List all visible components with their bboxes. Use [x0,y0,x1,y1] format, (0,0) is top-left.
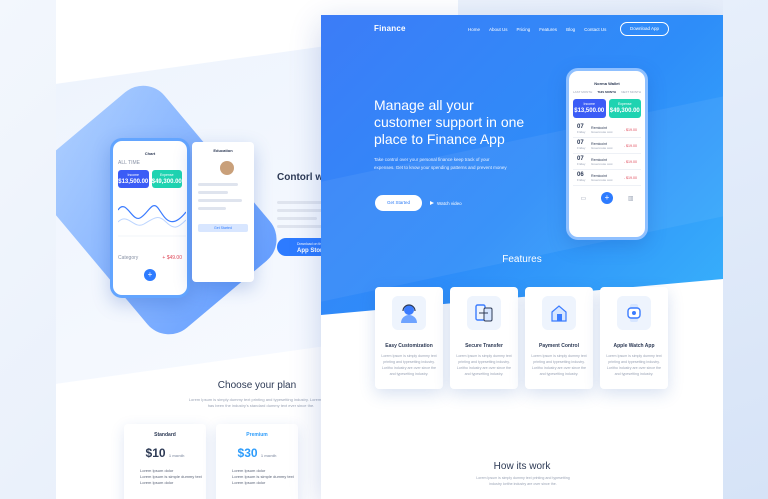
hero-phone: Norma Wallet LAST MONTH THIS MONTH NEXT … [566,68,648,240]
transaction-row[interactable]: 07 Friday Remicoint Greenroute cost - $19.00 [573,154,641,170]
hero-description: Take control over your personal finance … [374,157,507,170]
transfer-icon [467,296,501,330]
avatar [220,161,234,175]
how-it-works-title: How its work [493,461,551,472]
get-started-small-button[interactable]: Get Started [198,224,248,232]
how-it-works-subtitle: Lorem Ipsum is simply dummy text printin… [476,476,570,486]
line-chart [117,205,187,237]
features-title: Features [502,254,542,265]
hero-headline: Manage all your customer support in one … [374,97,525,147]
front-page-mockup: Finance Home About Us Pricing Features B… [321,15,723,499]
nav-features[interactable]: Features [539,27,557,32]
watch-video-link[interactable]: Watch video [430,201,462,206]
tab-next-month[interactable]: NEXT MONTH [621,90,641,94]
logo[interactable]: Finance [374,24,406,33]
transaction-row[interactable]: 06 Friday Remicoint Greenroute cost - $19.00 [573,170,641,186]
nav-blog[interactable]: Blog [566,27,575,32]
payment-icon [542,296,576,330]
download-app-button[interactable]: Download App [620,22,669,36]
add-button[interactable]: + [144,269,156,281]
wallet-icon[interactable]: ▭ [580,195,586,202]
play-icon [430,201,434,205]
transaction-row[interactable]: 07 Friday Remicoint Greenroute cost - $19.00 [573,138,641,154]
nav-pricing[interactable]: Pricing [517,27,531,32]
transaction-row[interactable]: 07 Friday Remicoint Greenroute cost - $19.00 [573,122,641,138]
expense-tile: Expense $49,300.00 [151,170,182,188]
support-agent-icon [392,296,426,330]
nav-about[interactable]: About Us [489,27,508,32]
chart-phone: Chart ALL TIME Income $13,500.00 Expense $… [110,138,190,298]
plan-card-standard[interactable]: Standard $10 1 month Lorem Ipsum dolor Lo… [124,424,206,499]
profile-phone: Education Get Started [192,142,254,282]
pricing-subtitle: Lorem Ipsum is simply dummy text printin… [188,397,334,408]
feature-card-payment[interactable]: Payment Control Lorem Ipsum is simply du… [525,287,593,389]
expense-tile: Expense $49,300.00 [608,99,641,118]
feature-card-watch[interactable]: Apple Watch App Lorem Ipsum is simply du… [600,287,668,389]
get-started-button[interactable]: Get Started [375,195,422,211]
background-right [723,0,768,499]
feature-card-transfer[interactable]: Secure Transfer Lorem Ipsum is simply du… [450,287,518,389]
feature-card-customization[interactable]: Easy Customization Lorem Ipsum is simply… [375,287,443,389]
tab-this-month[interactable]: THIS MONTH [597,90,616,94]
income-tile: Income $13,500.00 [573,99,606,118]
watch-icon [617,296,651,330]
stats-icon[interactable]: ▥ [628,195,634,202]
main-nav: Home About Us Pricing Features Blog Cont… [468,27,606,32]
tab-last-month[interactable]: LAST MONTH [573,90,592,94]
plan-card-premium[interactable]: Premium $30 1 month Lorem Ipsum dolor Lor… [216,424,298,499]
add-button[interactable]: + [600,192,613,204]
nav-home[interactable]: Home [468,27,480,32]
nav-contact[interactable]: Contact Us [584,27,606,32]
income-tile: Income $13,500.00 [118,170,149,188]
